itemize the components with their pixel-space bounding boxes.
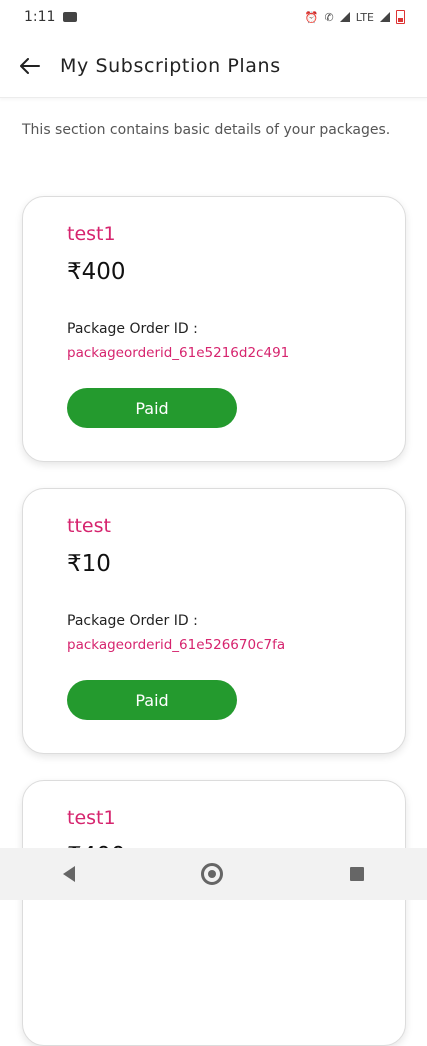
signal-icon [339, 12, 350, 22]
paid-button[interactable]: Paid [67, 388, 237, 428]
call-icon: ✆ [324, 10, 334, 24]
package-name: test1 [67, 223, 116, 245]
nav-back-icon[interactable] [63, 866, 76, 882]
alarm-icon: ⏰ [304, 10, 319, 24]
status-left: 1:11 [24, 9, 78, 25]
nav-recents-icon[interactable] [349, 867, 364, 881]
network-label: LTE [355, 10, 374, 24]
app-bar: My Subscription Plans [0, 34, 427, 98]
package-card: ttest ₹10 Package Order ID : packageorde… [22, 488, 406, 754]
order-id-label: Package Order ID : [67, 321, 198, 337]
order-id-value: packageorderid_61e526670c7fa [67, 637, 286, 653]
nav-home-icon[interactable] [201, 863, 224, 885]
package-price: ₹10 [67, 551, 111, 577]
status-right: ⏰ ✆ LTE [305, 10, 405, 24]
page-title: My Subscription Plans [60, 54, 281, 77]
intro-text: This section contains basic details of y… [22, 122, 391, 138]
message-icon [63, 12, 78, 22]
battery-icon [396, 10, 405, 24]
paid-button[interactable]: Paid [67, 680, 237, 720]
package-name: test1 [67, 807, 116, 829]
status-time: 1:11 [24, 9, 56, 25]
package-price: ₹400 [67, 259, 126, 285]
signal-icon-2 [380, 12, 390, 22]
system-nav-bar [0, 848, 427, 900]
order-id-value: packageorderid_61e5216d2c491 [67, 345, 290, 361]
back-button[interactable] [18, 54, 42, 78]
package-name: ttest [67, 515, 111, 537]
status-bar: 1:11 ⏰ ✆ LTE [0, 0, 427, 34]
arrow-left-icon [20, 57, 40, 74]
package-card: test1 ₹400 Package Order ID : packageord… [22, 196, 406, 462]
package-card: test1 ₹400 [22, 780, 406, 1046]
order-id-label: Package Order ID : [67, 613, 198, 629]
